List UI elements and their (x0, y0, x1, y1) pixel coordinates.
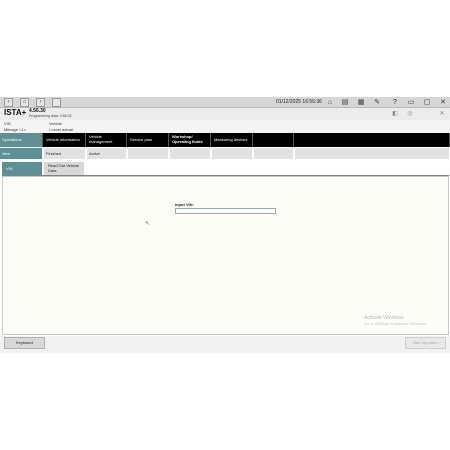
news-icon[interactable]: ▦ (356, 98, 366, 107)
start-operation-button[interactable]: Start operation (405, 337, 446, 349)
input-vin-label: Input VIN: (175, 202, 194, 207)
tab-operations[interactable]: Operations (0, 133, 43, 147)
bottom-bar (0, 336, 450, 353)
tab-vehicle-information[interactable]: Vehicle information (44, 133, 86, 147)
lock-icon[interactable]: ◧ (391, 110, 399, 118)
keyboard-button[interactable]: Keyboard (4, 337, 45, 349)
tab-empty-1 (254, 133, 294, 147)
print-icon[interactable]: ▭ (406, 98, 416, 107)
ilevel-label: I-Level actual (49, 127, 73, 132)
mouse-cursor-icon: ↖ (145, 221, 151, 227)
header-close-icon[interactable]: ✕ (438, 110, 446, 118)
tab-vin[interactable]: VIN (2, 162, 42, 175)
help-icon[interactable]: ? (390, 98, 400, 107)
programming-data: Programming data: 4.56.33 (29, 114, 71, 118)
tab-workshop-operating-fluids[interactable]: Workshop/ Operating fluids (170, 133, 211, 147)
refresh-button[interactable] (52, 98, 61, 107)
vehicle-label: Vehicle (49, 121, 62, 126)
tab-empty-2 (295, 133, 450, 147)
close-icon[interactable]: ✕ (438, 98, 448, 107)
subtab-active[interactable]: Active (87, 148, 127, 159)
vin-label: VIN (4, 121, 11, 126)
subtab-empty-1 (128, 148, 169, 159)
home-nav-button[interactable]: ⌂ (20, 98, 29, 107)
subtab-new[interactable]: New (0, 148, 43, 159)
settings-icon[interactable]: ◎ (406, 110, 414, 118)
mileage: Mileage <1> (4, 127, 26, 132)
stats-icon[interactable]: ▤ (340, 98, 350, 107)
mileage-value: <1> (19, 127, 27, 132)
programming-label: Programming data: (29, 114, 59, 118)
programming-version: 4.56.33 (59, 114, 72, 118)
tab-vehicle-management[interactable]: Vehicle management (87, 133, 127, 147)
home-icon[interactable]: ⌂ (325, 98, 335, 107)
vin-input[interactable] (175, 208, 276, 214)
window-icon[interactable]: ▢ (422, 98, 432, 107)
app-name: ISTA+ (4, 108, 27, 117)
subtab-empty-5 (295, 148, 450, 159)
forward-button[interactable]: › (36, 98, 45, 107)
subtab-empty-3 (212, 148, 253, 159)
tab-read-out-vehicle-data[interactable]: Read Out Vehicle Data (44, 162, 84, 175)
top-toolbar: ‹ ⌂ › (0, 97, 450, 108)
subtab-empty-2 (170, 148, 211, 159)
subtab-empty-4 (254, 148, 294, 159)
content-panel (2, 176, 449, 335)
mileage-label: Mileage (4, 127, 19, 132)
tab-measuring-devices[interactable]: Measuring devices (212, 133, 253, 147)
wrench-icon[interactable]: ✎ (372, 98, 382, 107)
activate-windows-subtitle: Go to Settings to activate Windows. (364, 321, 428, 326)
subtab-finished[interactable]: Finished (44, 148, 86, 159)
tab-service-plan[interactable]: Service plan (128, 133, 169, 147)
datetime-display: 01/12/2025 16:56:36 (276, 99, 322, 105)
back-button[interactable]: ‹ (4, 98, 13, 107)
